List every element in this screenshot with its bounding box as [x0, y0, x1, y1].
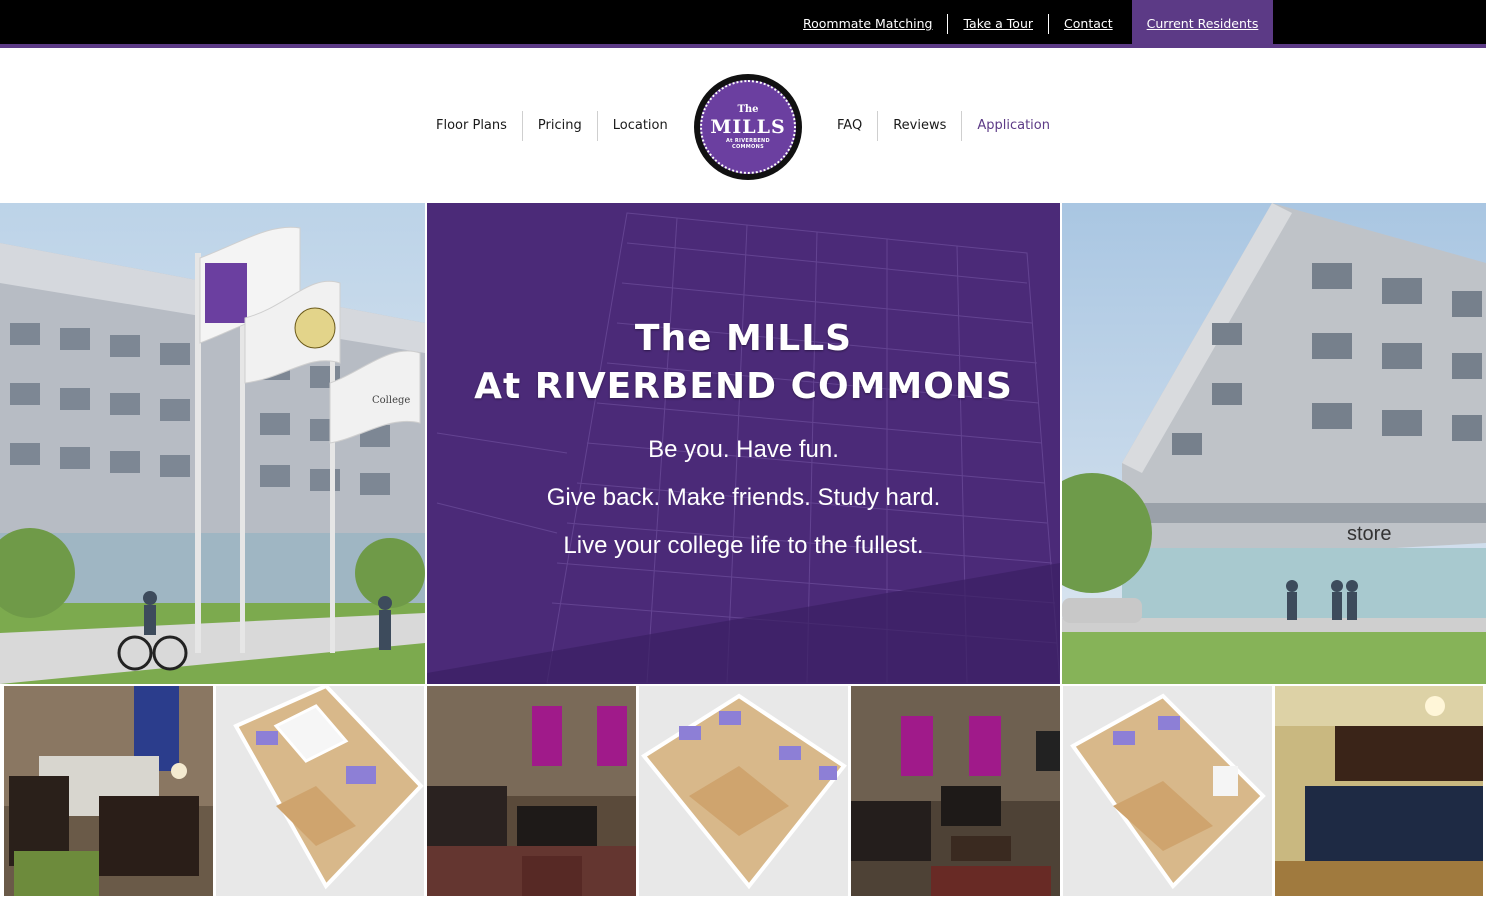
gallery-thumb-bedroom[interactable]: [4, 686, 213, 896]
logo-mills-text: MILLS: [710, 116, 786, 138]
hero-title: The MILLS At RIVERBEND COMMONS: [427, 315, 1060, 411]
floor-plan-3d: [216, 686, 424, 896]
gallery-thumb-floorplan-2[interactable]: [639, 686, 848, 896]
hero-banner: The MILLS At RIVERBEND COMMONS Be you. H…: [427, 203, 1060, 684]
living-room-photo: [851, 686, 1060, 896]
take-a-tour-link[interactable]: Take a Tour: [947, 14, 1048, 34]
nav-floor-plans[interactable]: Floor Plans: [421, 111, 522, 141]
hero-image-right: store: [1062, 203, 1486, 684]
roommate-matching-link[interactable]: Roommate Matching: [790, 14, 947, 34]
store-sign: store: [1347, 523, 1391, 545]
hero-title-line1: The MILLS: [634, 318, 853, 359]
building-flags-illustration: College: [0, 203, 425, 684]
logo-badge: The MILLS At RIVERBEND COMMONS: [700, 80, 796, 174]
top-bar: Roommate Matching Take a Tour Contact Cu…: [0, 0, 1486, 48]
college-flag-text: College: [372, 395, 410, 406]
current-residents-link[interactable]: Current Residents: [1131, 0, 1274, 48]
site-logo[interactable]: The MILLS At RIVERBEND COMMONS: [694, 74, 802, 180]
gallery-thumb-kitchen[interactable]: [1275, 686, 1483, 896]
gallery-thumb-floorplan-3[interactable]: [1063, 686, 1272, 896]
bedroom-photo: [4, 686, 213, 896]
living-room-photo: [427, 686, 636, 896]
nav-reviews[interactable]: Reviews: [877, 111, 961, 141]
utility-nav: Roommate Matching Take a Tour Contact Cu…: [790, 0, 1274, 48]
photo-gallery: [0, 686, 1486, 896]
building-store-illustration: store: [1062, 203, 1486, 684]
main-nav-right: FAQ Reviews Application: [822, 100, 1065, 152]
logo-sub-line2: COMMONS: [731, 144, 764, 150]
logo-the-text: The: [737, 104, 759, 115]
gallery-thumb-floorplan-1[interactable]: [216, 686, 424, 896]
gallery-thumb-living-room-1[interactable]: [427, 686, 636, 896]
hero-text-block: The MILLS At RIVERBEND COMMONS Be you. H…: [427, 203, 1060, 684]
kitchen-photo: [1275, 686, 1483, 896]
hero-tagline-3: Live your college life to the fullest.: [563, 532, 924, 559]
main-nav-left: Floor Plans Pricing Location: [421, 100, 683, 152]
nav-faq[interactable]: FAQ: [822, 111, 877, 141]
floor-plan-3d: [639, 686, 848, 896]
nav-application[interactable]: Application: [961, 111, 1065, 141]
nav-pricing[interactable]: Pricing: [521, 111, 597, 141]
hero-tagline-1: Be you. Have fun.: [648, 436, 839, 463]
hero-title-line2: At RIVERBEND COMMONS: [474, 366, 1013, 407]
gallery-thumb-living-room-2[interactable]: [851, 686, 1060, 896]
hero-tagline-2: Give back. Make friends. Study hard.: [546, 484, 941, 511]
contact-link[interactable]: Contact: [1048, 14, 1128, 34]
nav-location[interactable]: Location: [596, 111, 683, 141]
floor-plan-3d: [1063, 686, 1272, 896]
hero-image-left: College: [0, 203, 425, 684]
